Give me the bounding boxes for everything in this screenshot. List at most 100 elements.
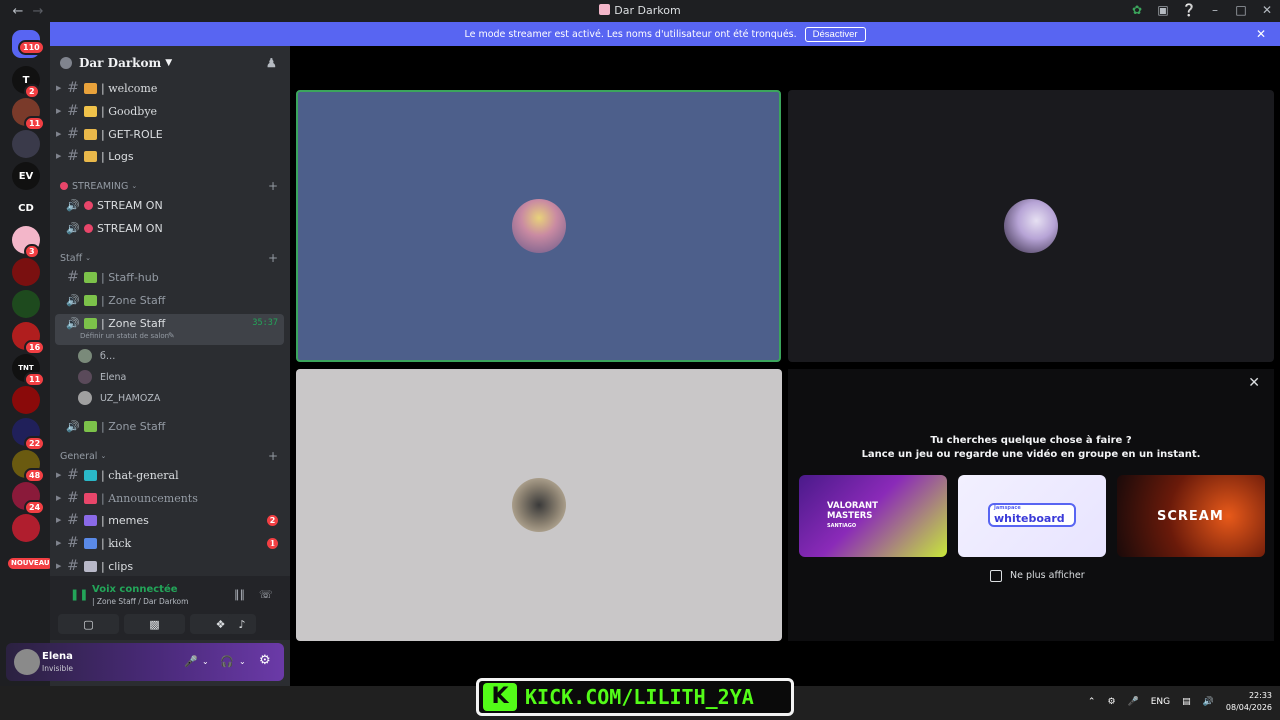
channel-item[interactable]: ▶ # | GET-ROLE	[54, 123, 284, 145]
voice-participant[interactable]: б…	[78, 346, 115, 366]
hash-icon: #	[67, 490, 79, 506]
channel-label: | Logs	[101, 149, 134, 163]
close-window-icon[interactable]: ✕	[1260, 3, 1274, 17]
participant-tile[interactable]	[296, 369, 782, 641]
channel-item[interactable]: ▶ # | chat-general	[54, 464, 284, 486]
kick-logo-icon: K	[483, 683, 517, 711]
clock[interactable]: 22:33 08/04/2026	[1226, 690, 1272, 714]
activity-card-scream[interactable]: SCREAM	[1117, 475, 1265, 557]
voice-participant[interactable]: UZ_HAMOZA	[78, 388, 160, 408]
edit-pencil-icon[interactable]: ✎	[168, 331, 175, 340]
guild-name: Dar Darkom	[79, 56, 162, 70]
minimize-icon[interactable]: –	[1208, 3, 1222, 17]
category-header[interactable]: Staff ⌄ +	[60, 250, 282, 266]
avatar	[78, 349, 92, 363]
chevron-down-icon: ⌄	[131, 182, 138, 190]
activity-card-whiteboard[interactable]: Jamspace whiteboard	[958, 475, 1106, 557]
close-icon[interactable]: ✕	[1248, 375, 1260, 391]
card-title: SCREAM	[1157, 509, 1224, 524]
add-channel-icon[interactable]: +	[268, 251, 278, 265]
close-icon[interactable]: ✕	[1256, 27, 1266, 41]
channel-emoji-icon	[84, 82, 97, 94]
channel-status-prompt[interactable]: Définir un statut de salon	[80, 332, 169, 340]
hash-icon: #	[67, 512, 79, 528]
microphone-icon[interactable]: 🎤	[184, 655, 198, 668]
channel-item[interactable]: ▶ # | kick 1	[54, 532, 284, 554]
home-badge: 110	[18, 40, 45, 55]
participant-name: Elena	[100, 371, 127, 383]
language-indicator[interactable]: ENG	[1151, 697, 1170, 707]
avatar[interactable]	[14, 649, 40, 675]
soundboard-icon: ♪	[238, 617, 246, 631]
channel-item[interactable]: ▶ # | clips	[54, 555, 284, 577]
back-arrow-icon[interactable]: ←	[10, 4, 26, 19]
noise-suppression-icon[interactable]: ∥∥	[234, 588, 245, 601]
server-initials: CD	[18, 202, 34, 214]
settings-gear-icon[interactable]: ⚙	[259, 653, 271, 668]
dont-show-checkbox[interactable]	[990, 570, 1002, 582]
channel-item[interactable]: ▶ # | memes 2	[54, 509, 284, 531]
steam-icon[interactable]: ⚙	[1107, 697, 1115, 707]
dont-show-label[interactable]: Ne plus afficher	[1010, 570, 1085, 581]
voice-channel-item[interactable]: 🔊 | Zone Staff	[54, 289, 284, 311]
server-icon[interactable]	[12, 386, 40, 414]
channel-item[interactable]: ▶ # | Logs	[54, 145, 284, 167]
caret-right-icon: ▶	[56, 539, 62, 547]
chevron-down-icon[interactable]: ⌄	[202, 657, 209, 666]
help-icon[interactable]: ❔	[1182, 3, 1197, 17]
activity-card-valorant[interactable]: VALORANT MASTERS SANTIAGO	[799, 475, 947, 557]
category-label: Staff	[60, 252, 83, 264]
headphones-icon[interactable]: 🎧	[220, 655, 234, 668]
screenshare-button[interactable]: ▩	[124, 614, 185, 634]
hash-icon: #	[67, 103, 79, 119]
channel-item[interactable]: ▶ # | Announcements	[54, 487, 284, 509]
channel-emoji-icon	[84, 128, 97, 140]
disable-streamer-button[interactable]: Désactiver	[804, 26, 866, 42]
voice-status[interactable]: Voix connectée	[92, 584, 178, 595]
server-icon[interactable]	[12, 514, 40, 542]
channel-item[interactable]: ▶ # | welcome	[54, 77, 284, 99]
server-icon[interactable]	[12, 130, 40, 158]
category-header[interactable]: General ⌄ +	[60, 448, 282, 464]
server-icon[interactable]	[12, 258, 40, 286]
inbox-icon[interactable]: ▣	[1156, 3, 1170, 17]
disconnect-icon[interactable]: ☏	[259, 588, 273, 601]
channel-item[interactable]: # | Staff-hub	[54, 266, 284, 288]
server-icon[interactable]: EV	[12, 162, 40, 190]
voice-participant[interactable]: Elena	[78, 367, 126, 387]
server-icon[interactable]	[12, 290, 40, 318]
category-header[interactable]: STREAMING ⌄ +	[60, 178, 282, 194]
speaker-icon: 🔊	[66, 198, 80, 212]
add-member-icon[interactable]: ♟	[266, 56, 280, 70]
signal-icon[interactable]: ❚❚	[70, 588, 88, 601]
maximize-icon[interactable]: □	[1234, 3, 1248, 17]
add-channel-icon[interactable]: +	[268, 179, 278, 193]
channel-label: | chat-general	[101, 468, 179, 482]
channel-emoji-icon	[84, 492, 97, 504]
forward-arrow-icon[interactable]: →	[30, 4, 46, 19]
voice-location[interactable]: | Zone Staff / Dar Darkom	[92, 597, 188, 606]
microphone-icon[interactable]: 🎤	[1128, 697, 1139, 707]
chevron-up-icon[interactable]: ⌃	[1088, 697, 1096, 707]
server-icon[interactable]: CD	[12, 194, 40, 222]
participant-tile[interactable]	[788, 90, 1274, 362]
activity-title: Tu cherches quelque chose à faire ?	[930, 435, 1132, 446]
voice-channel-item[interactable]: 🔊 | Zone Staff	[54, 415, 284, 437]
network-icon[interactable]: ▤	[1182, 697, 1191, 707]
voice-channel-item[interactable]: 🔊 STREAM ON	[54, 194, 284, 216]
volume-icon[interactable]: 🔊	[1203, 697, 1214, 707]
add-channel-icon[interactable]: +	[268, 449, 278, 463]
soundboard-button[interactable]: ♪	[228, 614, 256, 634]
live-dot-icon	[60, 182, 68, 190]
participant-tile-speaking[interactable]	[296, 90, 781, 362]
chevron-down-icon[interactable]: ⌄	[239, 657, 246, 666]
guild-header[interactable]: Dar Darkom ▼ ♟	[50, 46, 290, 80]
hash-icon: #	[67, 535, 79, 551]
voice-channel-item[interactable]: 🔊 STREAM ON	[54, 217, 284, 239]
channel-item[interactable]: ▶ # | Goodbye	[54, 100, 284, 122]
camera-button[interactable]: ▢	[58, 614, 119, 634]
user-name[interactable]: Elena	[42, 651, 73, 662]
participant-name: б…	[100, 350, 116, 362]
leaf-icon[interactable]: ✿	[1130, 3, 1144, 17]
caret-right-icon: ▶	[56, 471, 62, 479]
